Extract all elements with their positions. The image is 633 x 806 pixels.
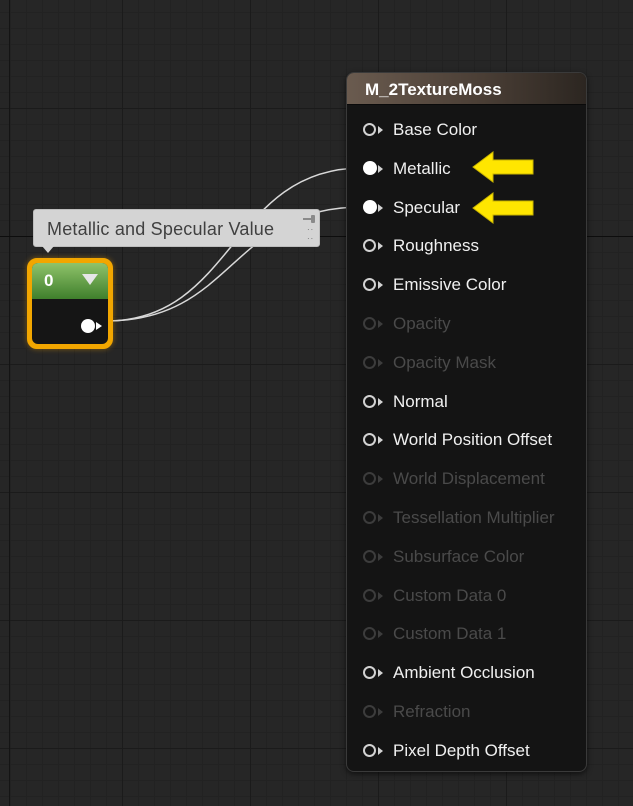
constant-value: 0 bbox=[44, 271, 54, 290]
pin-label: Ambient Occlusion bbox=[393, 663, 535, 683]
pin-circle-icon bbox=[363, 511, 376, 524]
pin-arrow-icon bbox=[378, 514, 383, 522]
input-pin-base-color[interactable]: Base Color bbox=[347, 115, 586, 145]
pin-circle-icon[interactable] bbox=[363, 433, 376, 447]
pin-label: Specular bbox=[393, 197, 461, 217]
input-pin-roughness[interactable]: Roughness bbox=[347, 231, 586, 261]
input-pin-subsurface-color[interactable]: Subsurface Color bbox=[347, 542, 586, 572]
pin-arrow-icon bbox=[378, 746, 383, 755]
input-pin-custom-data-1[interactable]: Custom Data 1 bbox=[347, 619, 586, 649]
pin-arrow-icon bbox=[378, 708, 383, 716]
pin-circle-icon[interactable] bbox=[363, 394, 376, 408]
collapse-arrow-icon[interactable] bbox=[82, 274, 98, 285]
pin-circle-icon bbox=[363, 588, 376, 602]
input-pin-emissive-color[interactable]: Emissive Color bbox=[347, 270, 586, 300]
input-pin-specular[interactable]: Specular bbox=[347, 193, 586, 223]
pin-arrow-icon bbox=[378, 397, 383, 406]
comment-bubble[interactable]: Metallic and Specular Value ∙∙ ∙∙ bbox=[33, 209, 320, 253]
input-pin-opacity-mask[interactable]: Opacity Mask bbox=[347, 348, 586, 378]
pin-arrow-icon bbox=[378, 164, 383, 173]
pin-circle-icon bbox=[363, 549, 376, 563]
pin-label: Metallic bbox=[393, 158, 451, 178]
pin-label: Refraction bbox=[393, 702, 471, 721]
pin-arrow-icon bbox=[378, 203, 383, 212]
material-result-node[interactable]: M_2TextureMoss Base Color Metallic Specula… bbox=[346, 72, 587, 772]
pin-circle-icon[interactable] bbox=[363, 123, 376, 136]
input-pin-pixel-depth-offset[interactable]: Pixel Depth Offset bbox=[347, 736, 586, 766]
pin-arrow-icon bbox=[378, 436, 383, 445]
pin-arrow-icon bbox=[378, 281, 383, 290]
comment-text: Metallic and Specular Value bbox=[47, 219, 275, 239]
pin-label: Tessellation Multiplier bbox=[393, 508, 555, 527]
pin-label: Custom Data 0 bbox=[393, 585, 507, 605]
output-pin-icon[interactable] bbox=[81, 319, 95, 333]
pin-label: Custom Data 1 bbox=[393, 624, 507, 644]
pin-label: World Displacement bbox=[393, 469, 545, 489]
input-pin-metallic[interactable]: Metallic bbox=[347, 154, 586, 184]
output-pin-arrow-icon bbox=[96, 322, 102, 330]
pin-arrow-icon bbox=[378, 591, 383, 600]
pin-circle-icon bbox=[363, 472, 376, 486]
pin-arrow-icon bbox=[378, 630, 383, 639]
pin-label: Opacity bbox=[393, 314, 451, 333]
input-pin-custom-data-0[interactable]: Custom Data 0 bbox=[347, 581, 586, 611]
comment-options-icon[interactable]: ∙∙ ∙∙ bbox=[307, 225, 314, 243]
pin-circle-icon[interactable] bbox=[363, 199, 377, 214]
grid-axis-vertical bbox=[9, 0, 10, 806]
pin-label: Subsurface Color bbox=[393, 546, 525, 566]
input-pin-opacity[interactable]: Opacity bbox=[347, 309, 586, 339]
pin-circle-icon bbox=[363, 627, 376, 641]
material-node-title: M_2TextureMoss bbox=[365, 80, 502, 99]
specular-arrow-icon bbox=[472, 192, 534, 224]
pin-label: Base Color bbox=[393, 120, 478, 139]
input-pin-world-position-offset[interactable]: World Position Offset bbox=[347, 425, 586, 455]
pin-arrow-icon bbox=[378, 552, 383, 561]
constant-node-header[interactable]: 0 bbox=[32, 263, 108, 299]
input-pin-refraction[interactable]: Refraction bbox=[347, 697, 586, 727]
input-pin-tessellation-multiplier[interactable]: Tessellation Multiplier bbox=[347, 503, 586, 533]
pin-arrow-icon bbox=[378, 358, 383, 367]
pin-circle-icon[interactable] bbox=[363, 666, 376, 680]
input-pin-normal[interactable]: Normal bbox=[347, 387, 586, 417]
pin-circle-icon[interactable] bbox=[363, 743, 376, 757]
input-pin-ambient-occlusion[interactable]: Ambient Occlusion bbox=[347, 658, 586, 688]
pin-label: Opacity Mask bbox=[393, 352, 496, 372]
pin-circle-icon bbox=[363, 705, 376, 718]
pin-arrow-icon bbox=[378, 126, 383, 134]
pin-label: World Position Offset bbox=[393, 430, 553, 450]
pin-circle-icon bbox=[363, 317, 376, 330]
pin-arrow-icon bbox=[378, 320, 383, 328]
pin-circle-icon[interactable] bbox=[363, 239, 376, 253]
pin-circle-icon[interactable] bbox=[363, 160, 377, 175]
pin-arrow-icon bbox=[378, 242, 383, 251]
pin-label: Emissive Color bbox=[393, 275, 507, 295]
comment-tail bbox=[42, 246, 54, 253]
pin-circle-icon[interactable] bbox=[363, 278, 376, 292]
pin-label: Pixel Depth Offset bbox=[393, 740, 530, 760]
pin-label: Roughness bbox=[393, 236, 480, 256]
input-pin-world-displacement[interactable]: World Displacement bbox=[347, 464, 586, 494]
pin-arrow-icon bbox=[378, 669, 383, 678]
constant-node[interactable]: 0 bbox=[27, 258, 113, 349]
material-node-header[interactable]: M_2TextureMoss bbox=[347, 73, 586, 105]
metallic-arrow-icon bbox=[472, 151, 534, 183]
pin-circle-icon bbox=[363, 355, 376, 369]
pin-label: Normal bbox=[393, 391, 448, 411]
pin-arrow-icon bbox=[378, 475, 383, 484]
